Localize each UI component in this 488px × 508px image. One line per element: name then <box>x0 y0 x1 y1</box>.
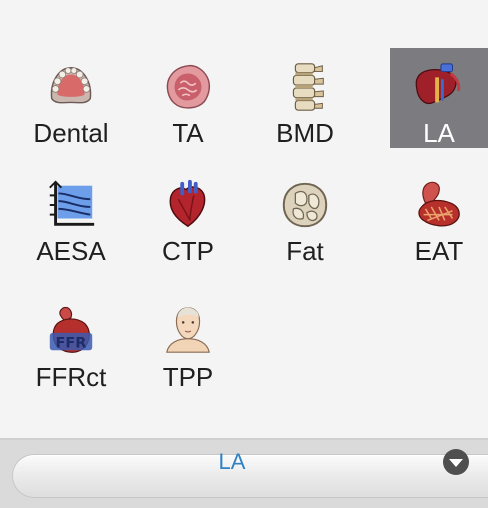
tool-bmd[interactable]: BMD <box>256 48 354 148</box>
tool-label: CTP <box>162 236 214 266</box>
tool-ctp[interactable]: CTP <box>139 166 237 266</box>
head-icon <box>166 307 210 353</box>
tool-label: Fat <box>286 236 324 266</box>
tool-fat[interactable]: Fat <box>256 166 354 266</box>
selector-value: LA <box>218 449 246 474</box>
liver-icon <box>415 63 461 104</box>
tool-label: AESA <box>36 236 106 266</box>
spine-icon <box>292 63 324 111</box>
tool-ta[interactable]: TA <box>139 48 237 148</box>
tool-label: Dental <box>33 118 109 148</box>
tool-aesa[interactable]: AESA <box>22 166 120 266</box>
svg-text:FFR: FFR <box>56 335 87 351</box>
tool-ffrct[interactable]: FFR FFRct <box>22 292 120 392</box>
tool-label: LA <box>423 118 455 148</box>
chart-icon <box>49 180 95 226</box>
tissue-icon <box>166 64 211 109</box>
fat-cross-section-icon <box>282 182 328 228</box>
tool-label: FFRct <box>35 362 107 392</box>
ffr-heart-icon: FFR <box>49 306 93 353</box>
tool-tpp[interactable]: TPP <box>139 292 237 392</box>
selector-bar: LA <box>0 440 488 508</box>
tool-label: TPP <box>162 362 214 392</box>
clipped-top-row <box>0 0 488 14</box>
tool-la[interactable]: LA <box>390 48 488 148</box>
tool-label: TA <box>172 118 204 148</box>
tool-eat[interactable]: EAT <box>390 166 488 266</box>
dental-icon <box>50 66 92 104</box>
chevron-down-icon[interactable] <box>442 448 470 476</box>
tool-label: BMD <box>276 118 334 148</box>
tool-dental[interactable]: Dental <box>22 48 120 148</box>
epicardial-fat-icon <box>418 181 460 227</box>
tool-label: EAT <box>414 236 464 266</box>
tool-panel: Dental TA BMD LA AESA CTP Fat EAT FFR FF… <box>0 0 488 438</box>
heart-icon <box>169 179 206 228</box>
